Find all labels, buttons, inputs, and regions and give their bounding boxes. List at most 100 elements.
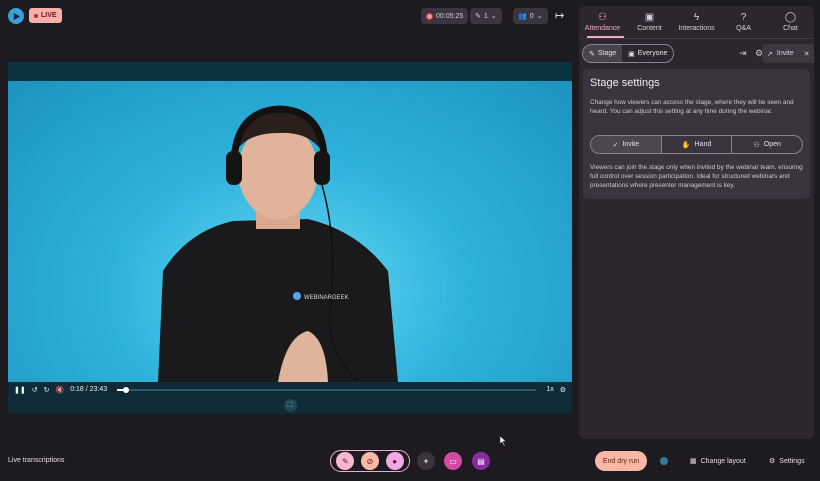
- tab-label: Interactions: [678, 24, 715, 32]
- screen-share-icon: ▭: [449, 456, 457, 466]
- people-icon: ⚇: [598, 11, 607, 23]
- pen-icon: ✎: [475, 13, 481, 20]
- tab-attendance[interactable]: ⚇ Attendance: [579, 6, 626, 38]
- app-logo[interactable]: [8, 8, 24, 24]
- send-icon: ➚: [767, 50, 773, 58]
- exit-icon[interactable]: ↦: [555, 9, 569, 23]
- mode-label: Open: [763, 141, 781, 148]
- mic-toggle-button[interactable]: ●: [385, 452, 404, 470]
- stage-toggle-button[interactable]: ✎ Stage: [583, 45, 623, 62]
- live-transcriptions-button[interactable]: Live transcriptions: [8, 457, 64, 464]
- change-layout-button[interactable]: ▦ Change layout: [690, 457, 746, 466]
- video-time: 0:18 / 23:43: [70, 386, 108, 393]
- video-bottom-band: ⛶: [8, 397, 572, 414]
- progress-fill: [117, 388, 123, 391]
- chat-icon: ◯: [784, 11, 797, 23]
- gear-icon: ⚙: [769, 458, 776, 465]
- everyone-toggle-button[interactable]: ▣ Everyone: [622, 45, 673, 62]
- chevron-down-icon: ⌄: [536, 13, 543, 20]
- viewers-dropdown[interactable]: 👥 0 ⌄: [513, 8, 548, 24]
- video-controls: ❚❚ ↺ ↻ 🔇 0:18 / 23:43 1x ⚙: [8, 382, 572, 397]
- pen-icon: ✎: [589, 50, 595, 58]
- screen-share-button[interactable]: ▭: [444, 452, 462, 470]
- gear-icon[interactable]: ⚙: [560, 386, 566, 394]
- mode-invite-button[interactable]: ✓ Invite: [591, 136, 662, 153]
- people-icon: 👥: [518, 13, 527, 20]
- fit-screen-icon[interactable]: ⛶: [283, 399, 297, 412]
- audience-toggle: ✎ Stage ▣ Everyone: [582, 44, 675, 63]
- tab-label: Q&A: [736, 24, 751, 32]
- video-progress-bar[interactable]: [117, 386, 537, 393]
- chevron-down-icon: ⌄: [490, 13, 497, 20]
- recording-timer[interactable]: 00:05:25: [421, 8, 469, 24]
- panel-tabs: ⚇ Attendance ▣ Content ϟ Interactions ? …: [579, 6, 814, 38]
- viewers-count: 0: [529, 12, 534, 20]
- media-controls-group: ✎ ⊘ ●: [330, 450, 410, 472]
- video-top-band: [8, 62, 572, 81]
- pen-icon: ✎: [341, 456, 349, 466]
- svg-text:WEBINARGEEK: WEBINARGEEK: [304, 295, 349, 301]
- tab-label: Attendance: [584, 24, 621, 32]
- mode-open-button[interactable]: ⚇ Open: [732, 136, 802, 153]
- effects-button[interactable]: ✦: [417, 452, 435, 470]
- captions-button[interactable]: ▤: [472, 452, 490, 470]
- tab-label: Chat: [783, 24, 798, 32]
- timer-value: 00:05:25: [436, 12, 464, 20]
- record-icon: [426, 12, 433, 20]
- presenter-video-image: WEBINARGEEK: [158, 105, 398, 382]
- people-icon: ⚇: [753, 141, 760, 149]
- camera-toggle-button[interactable]: ⊘: [360, 452, 379, 470]
- tab-chat[interactable]: ◯ Chat: [767, 6, 814, 38]
- everyone-label: Everyone: [637, 50, 668, 57]
- question-icon: ?: [740, 11, 747, 23]
- captions-icon: ▤: [477, 456, 485, 466]
- hand-icon: ✋: [681, 141, 691, 149]
- image-icon: ▣: [644, 11, 655, 23]
- mode-hand-button[interactable]: ✋ Hand: [662, 136, 733, 153]
- change-layout-label: Change layout: [700, 457, 746, 465]
- speakers-count: 1: [483, 12, 488, 20]
- side-panel: ⚇ Attendance ▣ Content ϟ Interactions ? …: [579, 6, 814, 439]
- video-player[interactable]: WEBINARGEEK: [8, 81, 572, 382]
- assistant-icon[interactable]: [660, 457, 668, 465]
- settings-label: Settings: [779, 457, 805, 465]
- invite-tooltip[interactable]: ➚ Invite ✕: [762, 44, 814, 63]
- invite-tip-label: Invite: [776, 50, 794, 57]
- mic-icon: ●: [392, 456, 398, 466]
- settings-button[interactable]: ⚙ Settings: [769, 457, 805, 466]
- stage-settings-title: Stage settings: [590, 77, 660, 89]
- mouse-cursor-icon: [500, 436, 507, 446]
- sparkle-icon: ✦: [422, 456, 430, 466]
- stage-mode-note: Viewers can join the stage only when inv…: [590, 164, 803, 189]
- pen-toggle-button[interactable]: ✎: [336, 452, 355, 470]
- check-icon: ✓: [612, 141, 619, 149]
- close-icon[interactable]: ✕: [804, 50, 810, 58]
- play-icon: [13, 12, 20, 20]
- playback-speed[interactable]: 1x: [546, 386, 553, 393]
- tab-content[interactable]: ▣ Content: [626, 6, 673, 38]
- speakers-dropdown[interactable]: ✎ 1 ⌄: [470, 8, 502, 24]
- image-icon: ▣: [628, 50, 635, 58]
- stage-label: Stage: [597, 50, 617, 57]
- enter-icon[interactable]: ⇥: [739, 48, 747, 59]
- pause-icon[interactable]: ❚❚: [14, 386, 26, 394]
- stage-mode-selector: ✓ Invite ✋ Hand ⚇ Open: [590, 135, 803, 154]
- live-dot-icon: [34, 13, 38, 18]
- progress-knob[interactable]: [122, 386, 129, 393]
- tab-divider: [579, 38, 814, 39]
- tab-interactions[interactable]: ϟ Interactions: [673, 6, 720, 38]
- mute-icon[interactable]: 🔇: [55, 386, 64, 394]
- camera-off-icon: ⊘: [366, 456, 374, 466]
- tab-label: Content: [637, 24, 662, 32]
- mode-label: Invite: [622, 141, 640, 148]
- end-dry-run-button[interactable]: End dry run: [595, 451, 647, 471]
- stage-settings-description: Change how viewers can access the stage,…: [590, 99, 794, 115]
- live-badge: LIVE: [29, 8, 62, 23]
- live-label: LIVE: [41, 12, 57, 19]
- grid-icon: ▦: [690, 458, 697, 465]
- lightning-icon: ϟ: [693, 11, 700, 23]
- mode-label: Hand: [694, 141, 712, 148]
- tab-qa[interactable]: ? Q&A: [720, 6, 767, 38]
- forward-10-icon[interactable]: ↻: [44, 386, 50, 394]
- rewind-10-icon[interactable]: ↺: [32, 386, 38, 394]
